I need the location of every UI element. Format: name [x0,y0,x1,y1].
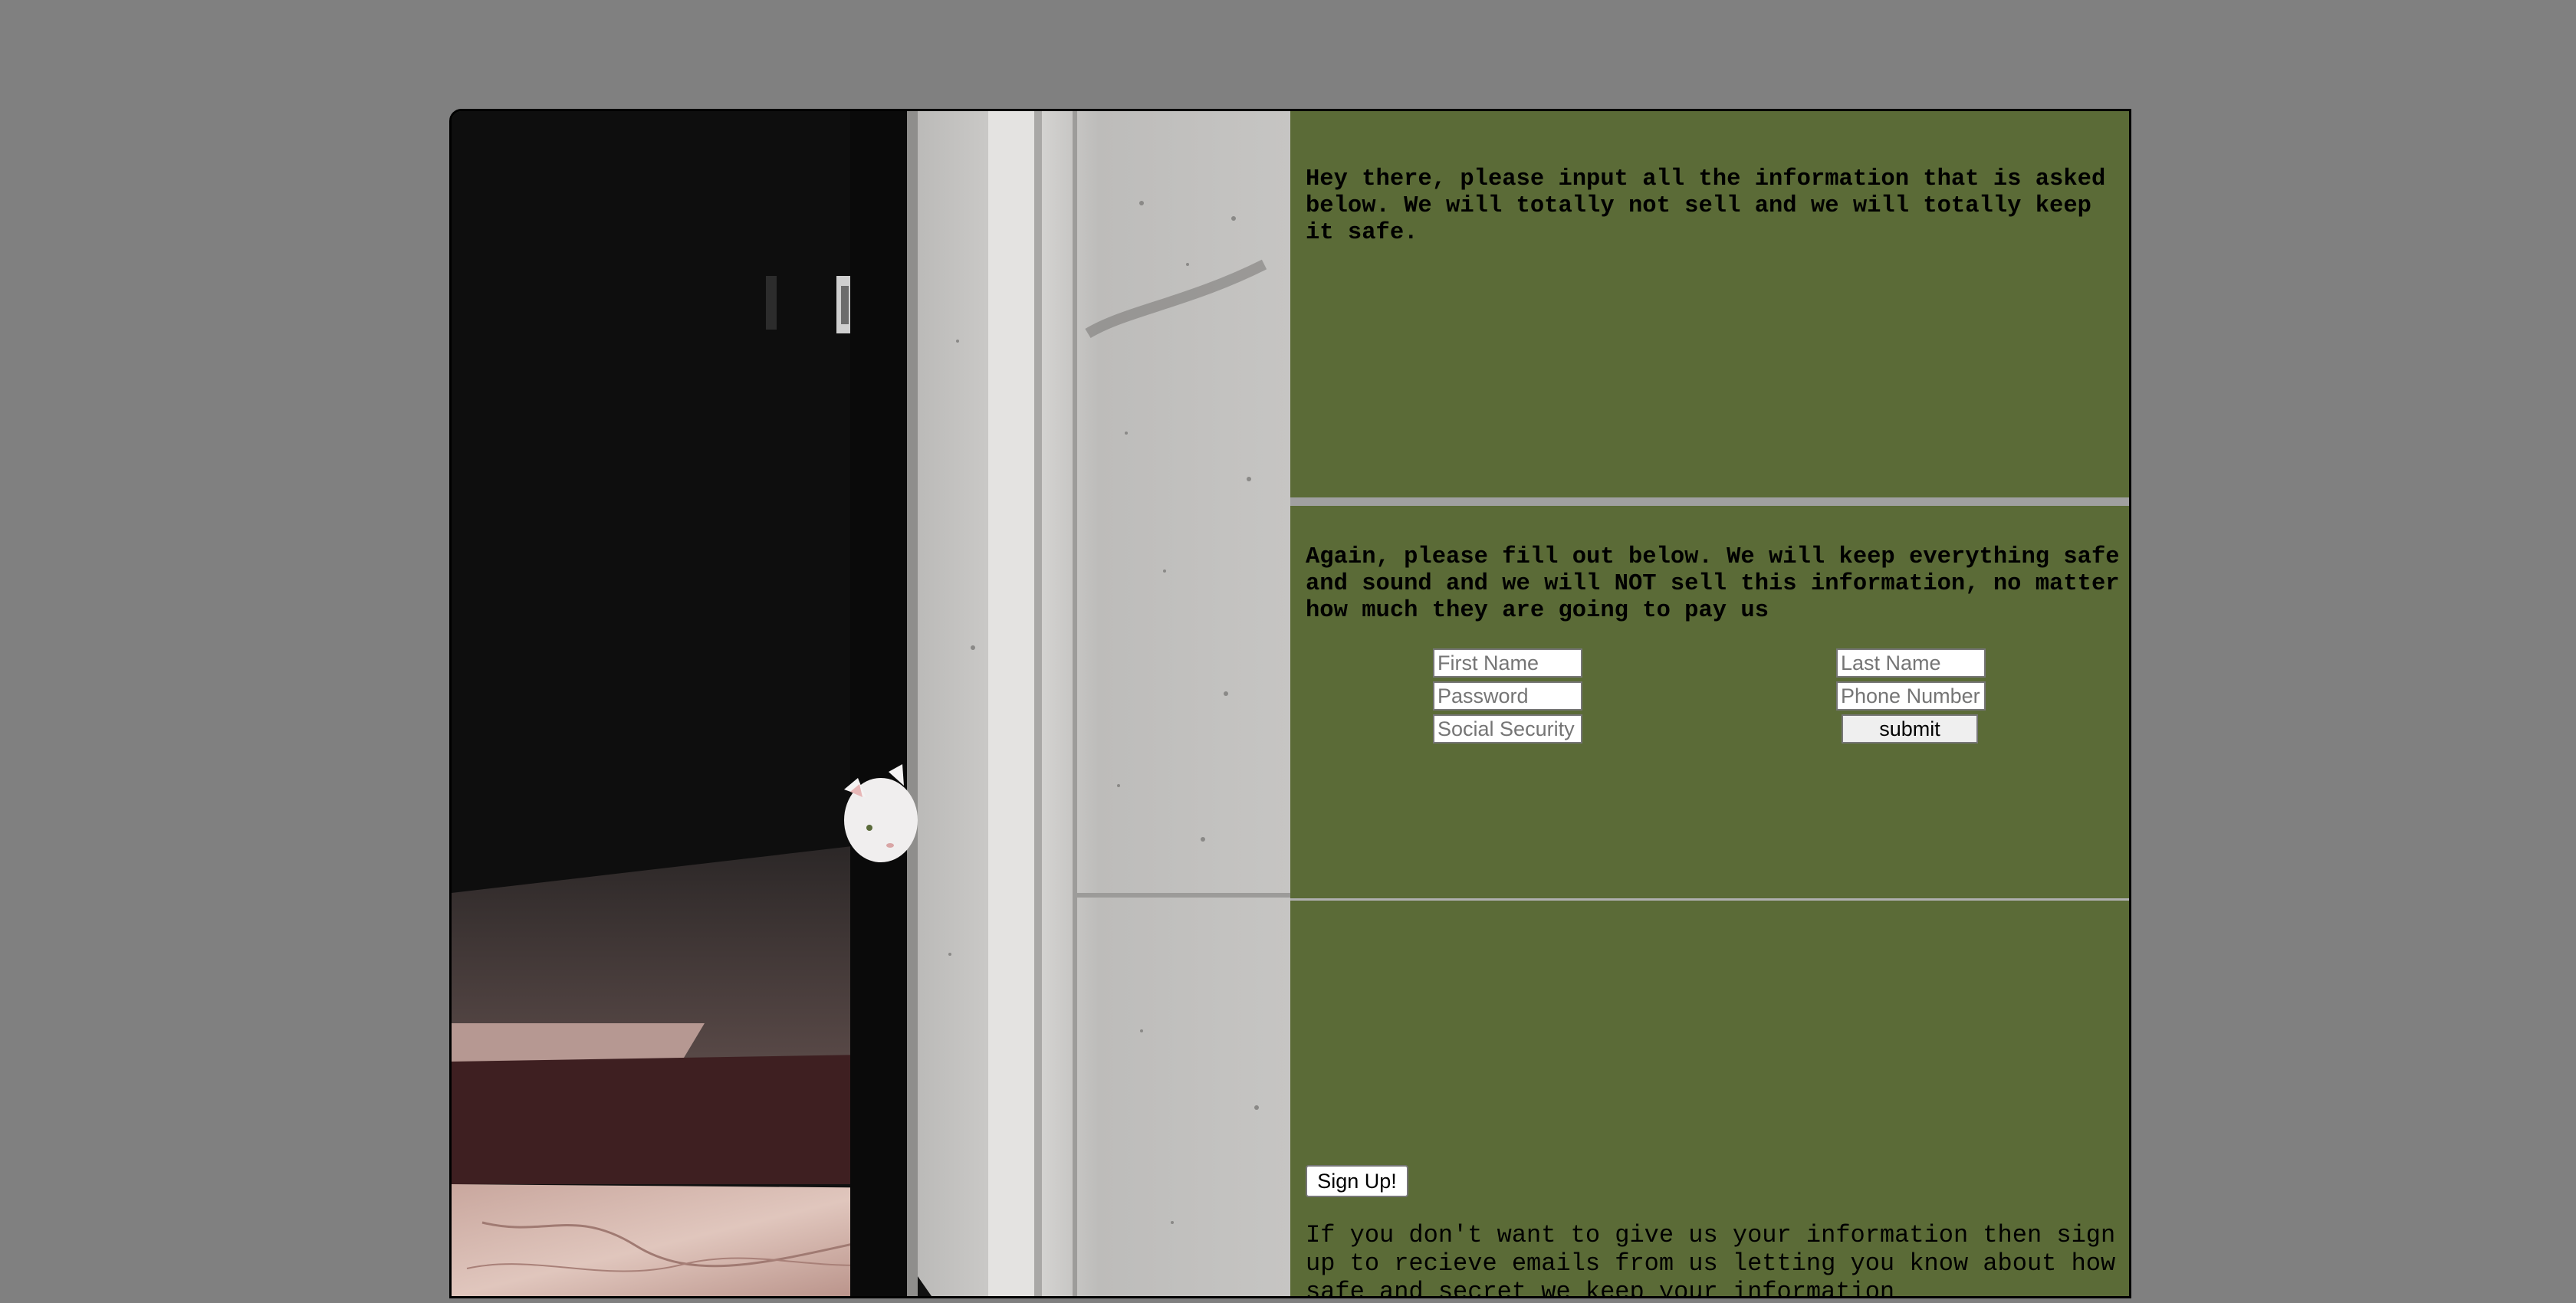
form-section: Again, please fill out below. We will ke… [1290,506,2129,898]
password-input[interactable] [1433,681,1582,711]
form-message: Again, please fill out below. We will ke… [1306,544,2120,624]
social-security-input[interactable] [1433,714,1582,743]
intro-message: Hey there, please input all the informat… [1306,166,2106,246]
page: Hey there, please input all the informat… [0,0,2576,1303]
first-name-input[interactable] [1433,648,1582,678]
cat-photo [452,111,1290,1296]
main-container: Hey there, please input all the informat… [449,109,2131,1298]
last-name-input[interactable] [1836,648,1986,678]
signup-section: Sign Up! If you don't want to give us yo… [1290,901,2129,1296]
signup-message: If you don't want to give us your inform… [1306,1221,2116,1298]
intro-section: Hey there, please input all the informat… [1290,111,2129,497]
phone-number-input[interactable] [1836,681,1986,711]
submit-button[interactable]: submit [1842,714,1978,743]
right-column: Hey there, please input all the informat… [1290,111,2129,1296]
sign-up-button[interactable]: Sign Up! [1306,1165,1408,1197]
cat-peeking-photo-icon [452,111,1290,1296]
section-divider [1290,497,2129,506]
